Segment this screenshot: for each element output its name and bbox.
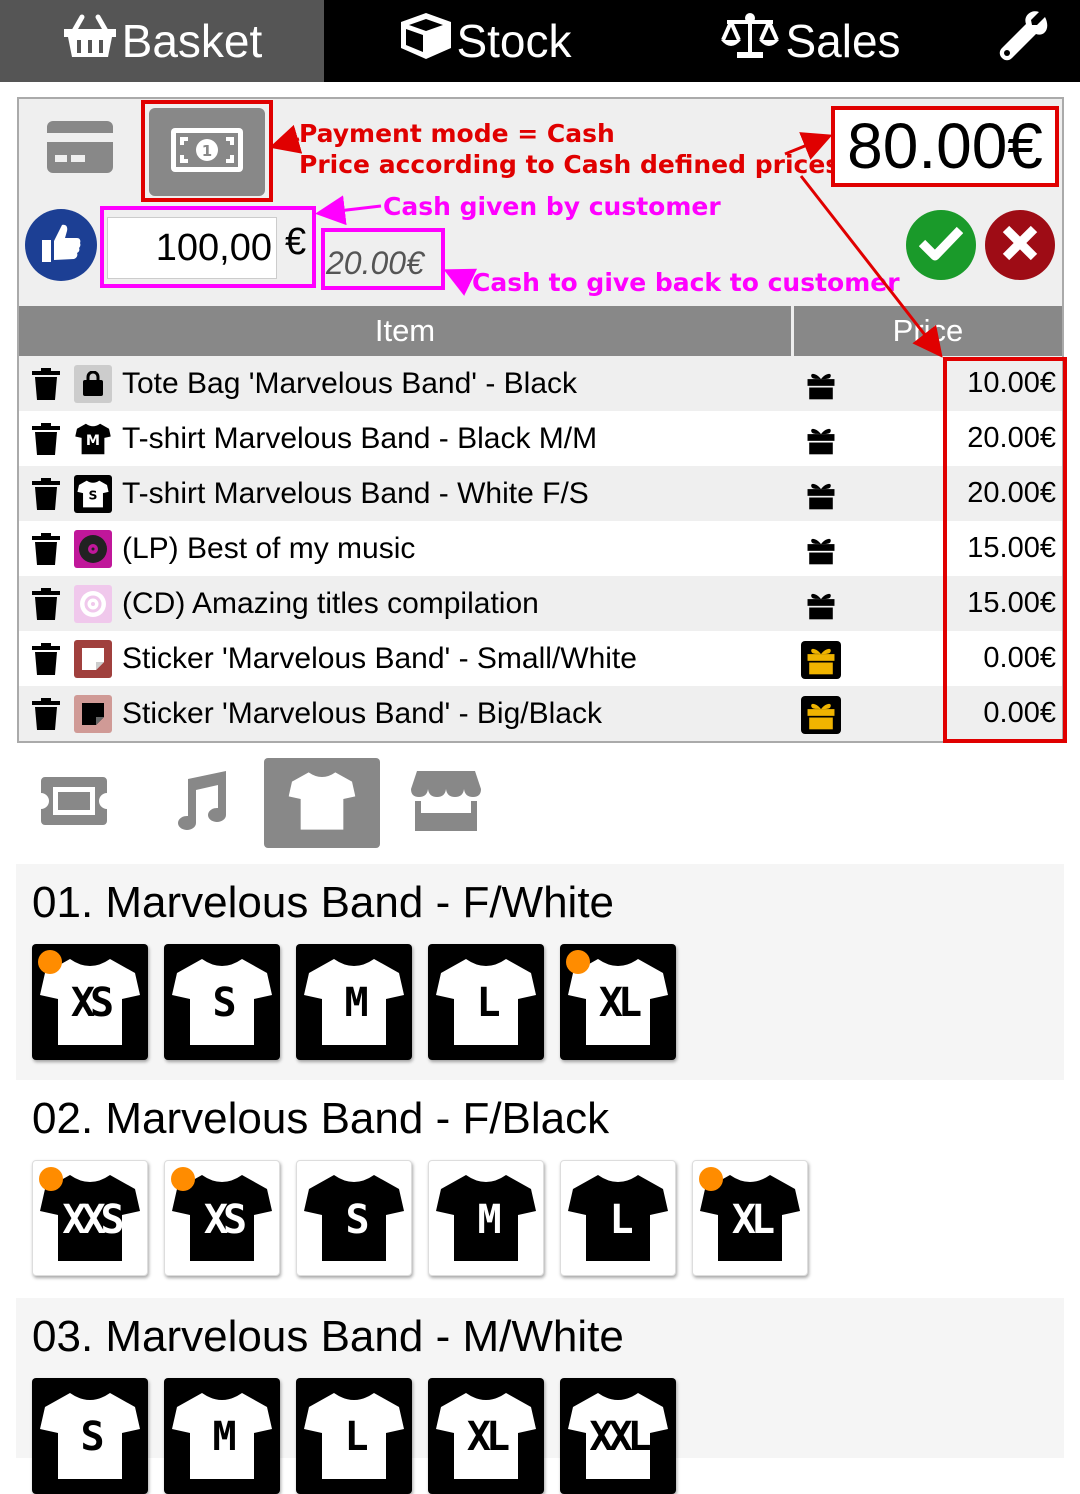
size-buttons: XXS XS S M L XL [32,1160,824,1276]
stock-indicator-dot [38,950,62,974]
size-button[interactable]: L [560,1160,676,1276]
size-label: L [609,1197,633,1243]
product-group-title: 01. Marvelous Band - F/White [32,878,615,927]
tab-stock-label: Stock [456,15,572,67]
category-clothing[interactable] [264,758,380,848]
size-label: S [212,980,236,1026]
basket-icon [62,13,122,70]
size-label: XS [70,980,114,1026]
top-nav: Basket Stock Sales [0,0,1080,82]
scale-icon [719,12,785,71]
shop-icon [411,770,481,836]
size-label: S [345,1197,369,1243]
size-label: L [476,980,500,1026]
size-label: M [212,1414,236,1460]
size-label: XL [466,1414,510,1460]
size-label: XS [203,1197,247,1243]
annotation-arrows [269,124,943,358]
size-button[interactable]: M [428,1160,544,1276]
product-group: 02. Marvelous Band - F/Black XXS XS S M … [16,1080,1064,1298]
size-label: M [344,980,368,1026]
size-label: S [80,1414,104,1460]
ticket-icon [41,776,107,830]
tab-basket[interactable]: Basket [0,0,324,82]
size-button[interactable]: XS [164,1160,280,1276]
size-button[interactable]: XL [560,944,676,1060]
size-button[interactable]: XS [32,944,148,1060]
settings-button[interactable] [972,0,1080,82]
tshirt-icon [286,771,358,836]
size-button[interactable]: S [296,1160,412,1276]
size-button[interactable]: S [164,944,280,1060]
tab-stock[interactable]: Stock [324,0,648,82]
product-group: 01. Marvelous Band - F/White XS S M L XL [16,864,1064,1080]
size-label: XXL [589,1414,651,1460]
size-buttons: XS S M L XL [32,944,692,1060]
category-tickets[interactable] [16,758,132,848]
size-button[interactable]: L [428,944,544,1060]
category-tabs [0,758,1080,848]
category-shop[interactable] [388,758,504,848]
size-buttons: S M L XL XXL [32,1378,692,1494]
size-button[interactable]: L [296,1378,412,1494]
stock-indicator-dot [566,950,590,974]
tab-basket-label: Basket [121,15,263,67]
size-button[interactable]: XL [692,1160,808,1276]
stock-indicator-dot [699,1167,723,1191]
tab-sales[interactable]: Sales [648,0,972,82]
basket-panel: 1 Payment mode = Cash Price according to… [17,97,1067,743]
category-music[interactable] [140,758,256,848]
music-note-icon [168,770,228,836]
size-label: XL [598,980,642,1026]
product-group: 03. Marvelous Band - M/White S M L XL XX… [16,1298,1064,1494]
size-button[interactable]: XXL [560,1378,676,1494]
size-label: L [344,1414,368,1460]
size-label: XL [731,1197,775,1243]
size-button[interactable]: XXS [32,1160,148,1276]
size-button[interactable]: M [296,944,412,1060]
stock-indicator-dot [171,1167,195,1191]
stock-indicator-dot [39,1167,63,1191]
size-button[interactable]: S [32,1378,148,1494]
size-label: XXS [62,1197,124,1243]
size-button[interactable]: XL [428,1378,544,1494]
wrench-icon [999,10,1053,72]
tab-sales-label: Sales [785,15,901,67]
product-group-title: 03. Marvelous Band - M/White [32,1312,624,1361]
size-button[interactable]: M [164,1378,280,1494]
size-label: M [477,1197,501,1243]
product-group-title: 02. Marvelous Band - F/Black [32,1094,610,1143]
box-icon [400,12,456,71]
